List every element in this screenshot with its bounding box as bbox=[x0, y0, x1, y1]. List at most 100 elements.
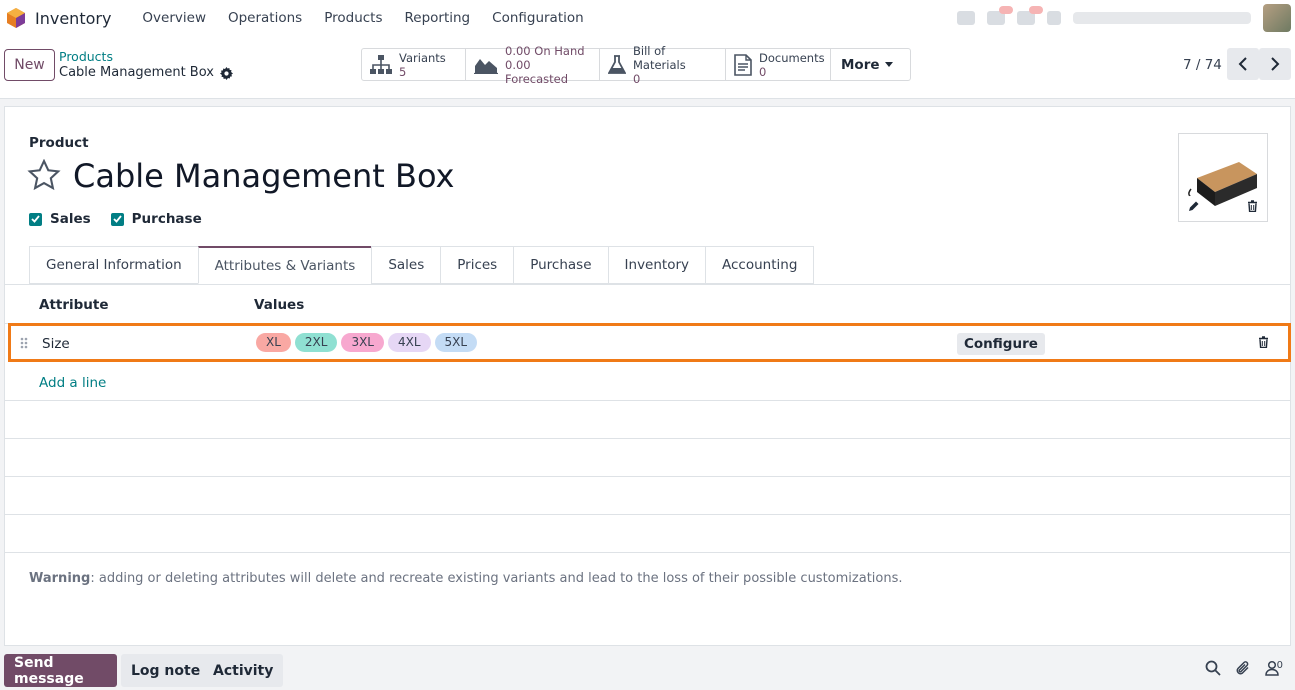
pager-previous-button[interactable] bbox=[1227, 48, 1259, 80]
product-image[interactable] bbox=[1178, 133, 1268, 222]
inventory-app-icon[interactable] bbox=[6, 7, 26, 29]
trash-icon[interactable] bbox=[1258, 336, 1269, 348]
control-panel: New Products Cable Management Box Varian… bbox=[0, 36, 1295, 99]
sales-checkbox-label: Sales bbox=[50, 211, 91, 227]
app-name[interactable]: Inventory bbox=[35, 9, 111, 28]
blurred-activity-icon[interactable] bbox=[1017, 6, 1043, 25]
form-sheet: Product Cable Management Box Sales Purch… bbox=[4, 106, 1291, 646]
chatter-bar: Send message Log note Activity 0 bbox=[0, 650, 1295, 690]
empty-row-divider bbox=[5, 438, 1290, 439]
forecasted-label: 0.00 Forecasted bbox=[505, 57, 569, 86]
on-hand-smart-button[interactable]: 0.00 On Hand 0.00 Forecasted bbox=[466, 44, 600, 86]
tab-prices[interactable]: Prices bbox=[440, 246, 514, 284]
pager-value[interactable]: 7 / 74 bbox=[1183, 57, 1222, 73]
variants-warning: Warning: adding or deleting attributes w… bbox=[29, 571, 903, 586]
attribute-cell[interactable]: Size bbox=[42, 336, 70, 352]
documents-smart-button[interactable]: Documents 0 bbox=[726, 49, 831, 80]
warning-text: : adding or deleting attributes will del… bbox=[90, 571, 903, 586]
checkbox-checked-icon bbox=[110, 212, 124, 226]
documents-count: 0 bbox=[759, 64, 767, 79]
pager-next-button[interactable] bbox=[1259, 48, 1291, 80]
paperclip-icon[interactable] bbox=[1235, 660, 1251, 676]
tab-purchase[interactable]: Purchase bbox=[513, 246, 608, 284]
more-dropdown[interactable]: More bbox=[831, 49, 910, 80]
followers-count: 0 bbox=[1276, 660, 1283, 671]
flask-icon bbox=[608, 54, 626, 74]
search-icon[interactable] bbox=[1205, 660, 1221, 676]
value-tag[interactable]: 5XL bbox=[434, 333, 478, 352]
new-button[interactable]: New bbox=[4, 49, 55, 81]
delete-image-button[interactable] bbox=[1241, 195, 1263, 217]
chatter-tools: 0 bbox=[1205, 660, 1283, 676]
attributes-table-header: Attribute Values bbox=[5, 285, 1290, 324]
pencil-icon bbox=[1189, 201, 1199, 211]
breadcrumb: Products Cable Management Box bbox=[59, 49, 233, 82]
blurred-company-switcher[interactable] bbox=[1073, 12, 1251, 24]
value-tag[interactable]: 2XL bbox=[294, 333, 338, 352]
user-avatar[interactable] bbox=[1263, 4, 1291, 32]
gear-icon[interactable] bbox=[219, 66, 233, 80]
purchase-checkbox-label: Purchase bbox=[131, 211, 202, 227]
caret-down-icon bbox=[884, 62, 893, 67]
empty-row-divider bbox=[5, 514, 1290, 515]
area-chart-icon bbox=[474, 58, 498, 74]
value-tag[interactable]: 4XL bbox=[388, 333, 431, 352]
activity-button[interactable]: Activity bbox=[203, 654, 284, 687]
sales-checkbox[interactable]: Sales bbox=[29, 211, 91, 227]
configure-button[interactable]: Configure bbox=[957, 333, 1045, 355]
column-header-attribute[interactable]: Attribute bbox=[39, 297, 109, 313]
blurred-messaging-icon[interactable] bbox=[987, 6, 1013, 25]
tab-attributes-variants[interactable]: Attributes & Variants bbox=[197, 246, 372, 284]
send-message-button[interactable]: Send message bbox=[4, 654, 117, 687]
systray bbox=[957, 4, 1291, 32]
table-row[interactable]: Size XL 2XL 3XL 4XL 5XL Configure bbox=[8, 323, 1291, 362]
followers-button[interactable]: 0 bbox=[1264, 660, 1283, 676]
more-label: More bbox=[841, 56, 880, 73]
tab-inventory[interactable]: Inventory bbox=[607, 246, 706, 284]
warning-bold: Warning bbox=[29, 571, 91, 586]
notebook-tabs: General Information Attributes & Variant… bbox=[29, 246, 815, 284]
drag-handle-icon[interactable] bbox=[20, 337, 28, 349]
menu-reporting[interactable]: Reporting bbox=[405, 10, 471, 26]
value-tag[interactable]: XL bbox=[256, 333, 291, 352]
blurred-systray-icon[interactable] bbox=[957, 11, 975, 25]
empty-row-divider bbox=[5, 476, 1290, 477]
product-name-field[interactable]: Cable Management Box bbox=[73, 157, 454, 195]
variants-smart-button[interactable]: Variants 5 bbox=[362, 49, 466, 80]
on-hand-label: 0.00 On Hand bbox=[505, 43, 585, 58]
top-navbar: Inventory Overview Operations Products R… bbox=[0, 0, 1295, 36]
breadcrumb-current-label: Cable Management Box bbox=[59, 65, 214, 80]
blurred-settings-icon[interactable] bbox=[1047, 11, 1061, 25]
bom-smart-button[interactable]: Bill of Materials 0 bbox=[600, 44, 726, 86]
bom-label: Bill of Materials bbox=[633, 43, 686, 72]
chevron-right-icon bbox=[1271, 57, 1280, 71]
menu-products[interactable]: Products bbox=[324, 10, 382, 26]
breadcrumb-products-link[interactable]: Products bbox=[59, 49, 233, 64]
document-icon bbox=[734, 53, 752, 76]
product-label: Product bbox=[29, 135, 89, 151]
tab-accounting[interactable]: Accounting bbox=[705, 246, 815, 284]
add-line-link[interactable]: Add a line bbox=[39, 375, 106, 391]
purchase-checkbox[interactable]: Purchase bbox=[110, 211, 202, 227]
column-header-values[interactable]: Values bbox=[254, 297, 304, 313]
menu-overview[interactable]: Overview bbox=[142, 10, 206, 26]
bom-count: 0 bbox=[633, 71, 641, 86]
product-flags: Sales Purchase bbox=[29, 211, 202, 227]
favorite-star-icon[interactable] bbox=[27, 159, 61, 191]
checkbox-checked-icon bbox=[29, 212, 42, 226]
empty-row-divider bbox=[5, 552, 1290, 553]
attribute-values-tags[interactable]: XL 2XL 3XL 4XL 5XL bbox=[256, 333, 478, 352]
edit-image-button[interactable] bbox=[1183, 195, 1205, 217]
variants-label: Variants bbox=[399, 50, 446, 65]
menu-configuration[interactable]: Configuration bbox=[492, 10, 584, 26]
menu-operations[interactable]: Operations bbox=[228, 10, 302, 26]
empty-row-divider bbox=[5, 400, 1290, 401]
log-note-button[interactable]: Log note bbox=[121, 654, 211, 687]
chevron-left-icon bbox=[1238, 57, 1247, 71]
smart-buttons: Variants 5 0.00 On Hand 0.00 Forecasted … bbox=[361, 44, 911, 86]
tab-sales[interactable]: Sales bbox=[371, 246, 441, 284]
tab-general-information[interactable]: General Information bbox=[29, 246, 198, 284]
value-tag[interactable]: 3XL bbox=[341, 333, 384, 352]
breadcrumb-current: Cable Management Box bbox=[59, 64, 233, 82]
variants-count: 5 bbox=[399, 64, 407, 79]
